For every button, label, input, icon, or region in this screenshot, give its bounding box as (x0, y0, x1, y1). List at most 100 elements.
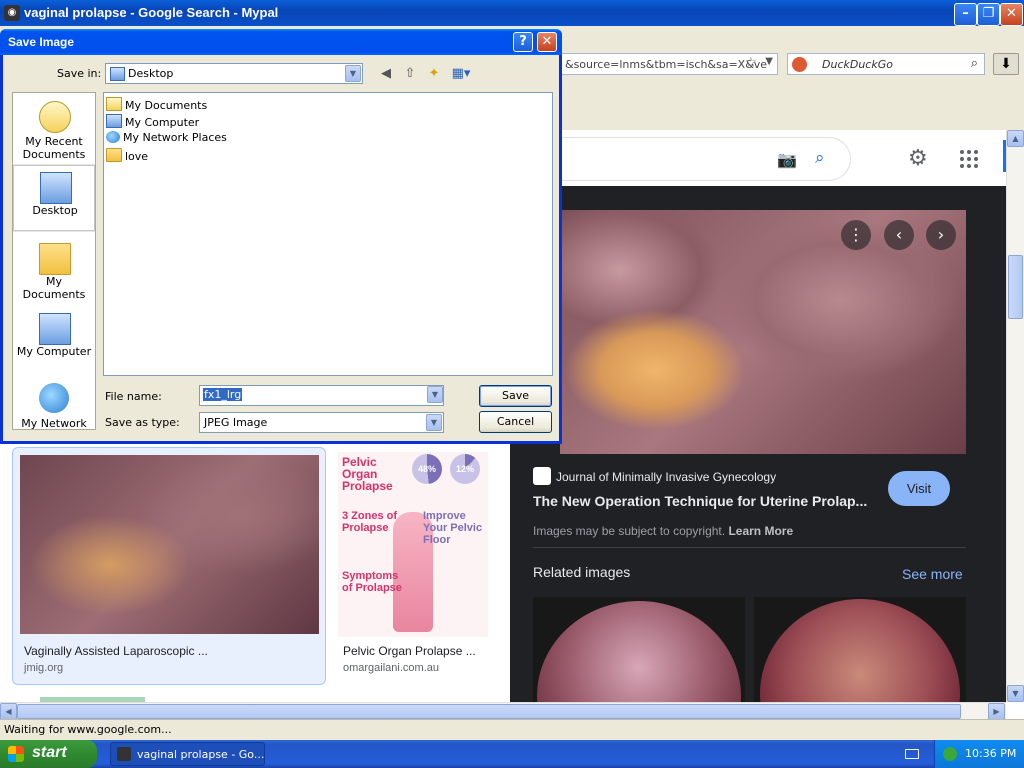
url-text: &source=lnms&tbm=isch&sa=X&ve (565, 58, 768, 71)
chevron-down-icon[interactable]: ▼ (427, 386, 443, 403)
divider (533, 547, 966, 548)
keyboard-icon[interactable] (905, 749, 919, 759)
list-item[interactable]: My Documents (106, 97, 207, 113)
chevron-down-icon[interactable]: ▼ (426, 414, 442, 431)
up-folder-icon[interactable]: ⇧ (401, 65, 419, 83)
taskbar-item-browser[interactable]: vaginal prolapse - Go... (110, 742, 265, 766)
related-image-2[interactable] (754, 597, 966, 702)
place-label: My Network (21, 417, 87, 430)
taskbar: start vaginal prolapse - Go... 10:36 PM (0, 740, 1024, 768)
restore-button[interactable]: ❐ (977, 3, 1000, 26)
vertical-scroll-thumb[interactable] (1008, 255, 1023, 319)
folder-icon (39, 243, 71, 275)
back-icon[interactable]: ◀ (377, 65, 395, 83)
network-tray-icon[interactable] (943, 747, 957, 761)
file-label: love (125, 150, 149, 163)
result-source-1: jmig.org (24, 662, 64, 674)
clock[interactable]: 10:36 PM (965, 747, 1016, 760)
camera-icon[interactable]: 📷 (777, 150, 797, 169)
horizontal-scrollbar[interactable]: ◀ ▶ (0, 702, 1006, 720)
clock-icon (39, 101, 71, 133)
place-my-network[interactable]: My Network (13, 377, 95, 430)
folder-icon (106, 148, 122, 162)
google-search-box[interactable]: 📷 ⌕ (555, 137, 851, 181)
google-search-icon[interactable]: ⌕ (815, 148, 825, 168)
infographic-pie-1: 48% (412, 454, 442, 484)
previous-icon[interactable]: ‹ (884, 220, 914, 250)
minimize-button[interactable]: – (954, 3, 977, 26)
dialog-title-bar: Save Image ? ✕ (0, 29, 562, 55)
dialog-close-button[interactable]: ✕ (537, 32, 557, 52)
preview-title[interactable]: The New Operation Technique for Uterine … (533, 493, 867, 509)
save-button[interactable]: Save (479, 385, 552, 407)
result-thumbnail-2[interactable]: Pelvic Organ Prolapse 48% 12% 3 Zones of… (338, 452, 488, 637)
start-label: start (32, 744, 67, 761)
help-button[interactable]: ? (513, 32, 533, 52)
url-bar[interactable]: &source=lnms&tbm=isch&sa=X&ve ☆ ▼ (560, 53, 778, 75)
save-in-select[interactable]: Desktop ▼ (105, 63, 363, 84)
start-button[interactable]: start (0, 740, 97, 768)
file-label: My Network Places (123, 131, 227, 144)
related-image-1[interactable] (533, 597, 745, 702)
infographic-zones: 3 Zones of Prolapse (342, 510, 398, 534)
browser-title-bar: ◉ vaginal prolapse - Google Search - Myp… (0, 0, 1024, 26)
file-list[interactable]: My Documents My Computer My Network Plac… (103, 92, 553, 376)
file-name-value: fx1_lrg (203, 388, 243, 401)
file-name-label: File name: (105, 390, 162, 403)
place-my-documents[interactable]: My Documents (13, 237, 95, 303)
scroll-up-icon[interactable]: ▲ (1007, 130, 1024, 147)
preview-source[interactable]: Journal of Minimally Invasive Gynecology (556, 470, 776, 484)
dialog-title: Save Image (8, 35, 75, 49)
result-title-2[interactable]: Pelvic Organ Prolapse ... (343, 644, 476, 658)
list-item[interactable]: love (106, 148, 148, 164)
result-title-1[interactable]: Vaginally Assisted Laparoscopic ... (24, 644, 208, 658)
result-thumbnail-1[interactable] (20, 455, 319, 634)
url-dropdown-icon[interactable]: ▼ (765, 56, 773, 67)
horizontal-scroll-thumb[interactable] (17, 704, 961, 719)
view-menu-icon[interactable]: ▦▾ (449, 65, 473, 83)
more-options-icon[interactable]: ⋮ (841, 220, 871, 250)
file-name-input[interactable]: fx1_lrg ▼ (199, 385, 444, 406)
new-folder-icon[interactable]: ✦ (425, 65, 443, 83)
source-favicon (533, 467, 551, 485)
place-label: My Recent Documents (22, 135, 86, 161)
result-source-2: omargailani.com.au (343, 662, 439, 674)
search-bar[interactable]: DuckDuckGo ⌕ (787, 53, 985, 75)
gear-icon[interactable]: ⚙ (908, 146, 928, 171)
computer-icon (39, 313, 71, 345)
apps-grid-icon[interactable] (960, 150, 978, 168)
place-label: My Computer (16, 345, 92, 358)
raccoon-icon: ◉ (4, 5, 20, 21)
see-more-link[interactable]: See more (902, 566, 963, 582)
list-item[interactable]: My Computer (106, 114, 199, 130)
chevron-down-icon[interactable]: ▼ (345, 65, 361, 82)
bookmark-star-icon[interactable]: ☆ (744, 55, 757, 71)
status-bar: Waiting for www.google.com... (0, 719, 1024, 740)
visit-button[interactable]: Visit (888, 471, 950, 506)
learn-more-link[interactable]: Learn More (728, 524, 793, 538)
taskbar-item-label: vaginal prolapse - Go... (137, 748, 265, 761)
vertical-scrollbar[interactable]: ▲ ▼ (1006, 130, 1024, 702)
list-item[interactable]: My Network Places (106, 131, 227, 147)
related-images-heading: Related images (533, 564, 631, 580)
place-desktop[interactable]: Desktop (13, 164, 95, 232)
download-icon[interactable]: ⬇ (993, 53, 1019, 75)
copyright-notice: Images may be subject to copyright. Lear… (533, 524, 793, 538)
scroll-left-icon[interactable]: ◀ (0, 703, 17, 720)
save-as-type-label: Save as type: (105, 416, 180, 429)
status-text: Waiting for www.google.com... (4, 723, 172, 736)
search-icon[interactable]: ⌕ (971, 56, 978, 71)
place-recent-documents[interactable]: My Recent Documents (13, 95, 95, 161)
place-my-computer[interactable]: My Computer (13, 307, 95, 373)
file-label: My Documents (125, 99, 208, 112)
close-button[interactable]: ✕ (1000, 3, 1023, 26)
scroll-right-icon[interactable]: ▶ (988, 703, 1005, 720)
browser-title: vaginal prolapse - Google Search - Mypal (24, 5, 279, 20)
desktop-small-icon (110, 67, 125, 81)
scroll-down-icon[interactable]: ▼ (1007, 685, 1024, 702)
network-icon (106, 131, 120, 143)
save-as-type-select[interactable]: JPEG Image ▼ (199, 412, 444, 433)
cancel-button[interactable]: Cancel (479, 411, 552, 433)
next-icon[interactable]: › (926, 220, 956, 250)
windows-flag-icon (8, 746, 24, 762)
